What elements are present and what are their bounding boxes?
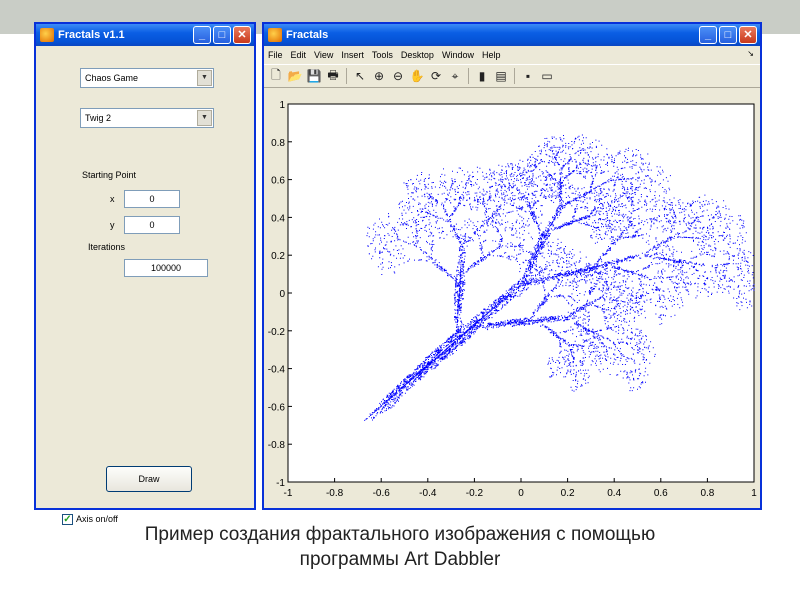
menu-window[interactable]: Window	[442, 50, 474, 60]
save-icon[interactable]: 💾	[306, 68, 322, 84]
matlab-app-icon	[40, 28, 54, 42]
rotate-icon[interactable]: ⟳	[428, 68, 444, 84]
x-tick-label: 0.6	[654, 488, 668, 499]
figure-toolbar: 🗋 📂 💾 🖶 ↖ ⊕ ⊖ ✋ ⟳ ⌖ ▮ ▤ ▪ ▭	[264, 64, 760, 88]
dropdown-arrow-icon[interactable]: ▼	[197, 70, 212, 86]
minimize-button[interactable]: _	[193, 26, 211, 44]
pan-icon[interactable]: ✋	[409, 68, 425, 84]
x-tick-label: 0.2	[561, 488, 575, 499]
fractal-select-value: Twig 2	[85, 113, 111, 123]
zoom-in-icon[interactable]: ⊕	[371, 68, 387, 84]
axes-box	[288, 104, 754, 482]
fractals-figure-window: Fractals _ □ ✕ File Edit View Insert Too…	[262, 22, 762, 510]
method-select[interactable]: Chaos Game ▼	[80, 68, 214, 88]
colorbar-icon[interactable]: ▮	[474, 68, 490, 84]
hide-tools-icon[interactable]: ▪	[520, 68, 536, 84]
control-panel-body: Chaos Game ▼ Twig 2 ▼ Starting Point x 0…	[36, 46, 254, 508]
menu-desktop[interactable]: Desktop	[401, 50, 434, 60]
maximize-button[interactable]: □	[719, 26, 737, 44]
data-cursor-icon[interactable]: ⌖	[447, 68, 463, 84]
fractal-chart: -1 -0.8 -0.6 -0.4 -0.2 0 0.2 0.4 0.6 0.8 1 1 0.8 0.6…	[264, 88, 760, 508]
method-select-value: Chaos Game	[85, 73, 138, 83]
plot-area: -1 -0.8 -0.6 -0.4 -0.2 0 0.2 0.4 0.6 0.8 1 1 0.8 0.6…	[264, 88, 760, 508]
x-tick-label: 0	[518, 488, 524, 499]
close-button[interactable]: ✕	[739, 26, 757, 44]
menu-help[interactable]: Help	[482, 50, 501, 60]
fractals-control-window: Fractals v1.1 _ □ ✕ Chaos Game ▼ Twig 2 …	[34, 22, 256, 510]
matlab-app-icon	[268, 28, 282, 42]
figure-menubar: File Edit View Insert Tools Desktop Wind…	[264, 46, 760, 64]
menu-edit[interactable]: Edit	[291, 50, 307, 60]
y-tick-label: -0.6	[268, 402, 286, 413]
dropdown-arrow-icon[interactable]: ▼	[197, 110, 212, 126]
y-tick-label: 0.8	[271, 138, 285, 149]
x-tick-label: -0.6	[373, 488, 391, 499]
x-tick-label: 0.8	[700, 488, 714, 499]
x-tick-label: -0.2	[466, 488, 484, 499]
menu-insert[interactable]: Insert	[341, 50, 364, 60]
slide-caption: Пример создания фрактального изображения…	[0, 522, 800, 572]
legend-icon[interactable]: ▤	[493, 68, 509, 84]
menu-file[interactable]: File	[268, 50, 283, 60]
dock-arrow-icon[interactable]: ↘	[747, 49, 754, 58]
minimize-button[interactable]: _	[699, 26, 717, 44]
open-folder-icon[interactable]: 📂	[287, 68, 303, 84]
toolbar-separator	[514, 68, 515, 84]
y-tick-label: 0.4	[271, 213, 285, 224]
y-input[interactable]: 0	[124, 216, 180, 234]
y-tick-label: 0	[279, 289, 285, 300]
draw-button[interactable]: Draw	[106, 466, 192, 492]
new-file-icon[interactable]: 🗋	[268, 68, 284, 84]
starting-point-label: Starting Point	[82, 170, 136, 180]
menu-tools[interactable]: Tools	[372, 50, 393, 60]
caption-line-1: Пример создания фрактального изображения…	[0, 522, 800, 547]
show-tools-icon[interactable]: ▭	[539, 68, 555, 84]
iterations-label: Iterations	[88, 242, 125, 252]
x-tick-label: -1	[284, 488, 293, 499]
x-label: x	[110, 194, 115, 204]
figure-window-titlebar: Fractals _ □ ✕	[264, 24, 760, 46]
x-input[interactable]: 0	[124, 190, 180, 208]
x-tick-label: -0.8	[326, 488, 344, 499]
x-tick-label: -0.4	[419, 488, 437, 499]
print-icon[interactable]: 🖶	[325, 68, 341, 84]
y-tick-label: 0.2	[271, 251, 285, 262]
y-tick-label: -0.8	[268, 440, 286, 451]
y-tick-label: -0.4	[268, 365, 286, 376]
close-button[interactable]: ✕	[233, 26, 251, 44]
y-tick-label: -1	[276, 478, 285, 489]
figure-window-title: Fractals	[286, 29, 328, 41]
zoom-out-icon[interactable]: ⊖	[390, 68, 406, 84]
control-window-titlebar: Fractals v1.1 _ □ ✕	[36, 24, 254, 46]
y-tick-label: -0.2	[268, 327, 286, 338]
y-tick-label: 0.6	[271, 176, 285, 187]
control-window-title: Fractals v1.1	[58, 29, 125, 41]
pointer-icon[interactable]: ↖	[352, 68, 368, 84]
y-tick-label: 1	[279, 100, 285, 111]
maximize-button[interactable]: □	[213, 26, 231, 44]
toolbar-separator	[346, 68, 347, 84]
iterations-input[interactable]: 100000	[124, 259, 208, 277]
fractal-select[interactable]: Twig 2 ▼	[80, 108, 214, 128]
caption-line-2: программы Art Dabbler	[0, 547, 800, 572]
y-label: y	[110, 220, 115, 230]
toolbar-separator	[468, 68, 469, 84]
x-tick-label: 0.4	[607, 488, 621, 499]
x-tick-label: 1	[751, 488, 757, 499]
menu-view[interactable]: View	[314, 50, 333, 60]
